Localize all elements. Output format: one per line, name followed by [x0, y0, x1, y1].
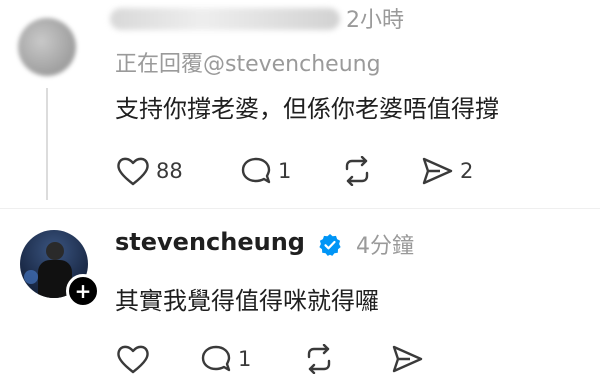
repost-icon [302, 344, 336, 374]
comment-button[interactable]: 1 [240, 156, 291, 186]
share-button[interactable]: 2 [420, 156, 473, 186]
avatar-light [24, 270, 38, 284]
send-icon [420, 156, 454, 186]
username[interactable]: stevencheung [115, 228, 305, 256]
avatar-blurred[interactable] [18, 18, 76, 76]
avatar-head [46, 242, 64, 260]
repost-button[interactable] [340, 156, 374, 186]
thread-line [46, 88, 48, 200]
share-button[interactable] [390, 344, 424, 374]
comment-button[interactable]: 1 [200, 344, 251, 374]
comment-text: 其實我覺得值得咪就得囉 [115, 287, 379, 315]
repost-button[interactable] [302, 344, 336, 374]
heart-icon [116, 344, 150, 374]
plus-icon: + [74, 279, 92, 303]
replying-to-label[interactable]: 正在回覆@stevencheung [115, 46, 381, 78]
verified-badge-icon [318, 233, 342, 257]
like-button[interactable]: 88 [116, 156, 183, 186]
heart-icon [116, 156, 150, 186]
divider [0, 208, 600, 209]
comment-timestamp: 4分鐘 [356, 234, 414, 259]
like-count: 88 [156, 159, 183, 183]
comment-bubble-icon [240, 156, 272, 186]
username-blurred[interactable] [110, 8, 340, 30]
comment-text: 支持你撐老婆，但係你老婆唔值得撐 [115, 95, 499, 123]
comment-bubble-icon [200, 344, 232, 374]
comment-count: 1 [278, 159, 292, 183]
follow-button[interactable]: + [66, 274, 100, 308]
repost-icon [340, 156, 374, 186]
like-button[interactable] [116, 344, 150, 374]
comment-timestamp: 2小時 [346, 8, 404, 33]
share-count: 2 [460, 159, 474, 183]
comment-count: 1 [238, 347, 252, 371]
send-icon [390, 344, 424, 374]
